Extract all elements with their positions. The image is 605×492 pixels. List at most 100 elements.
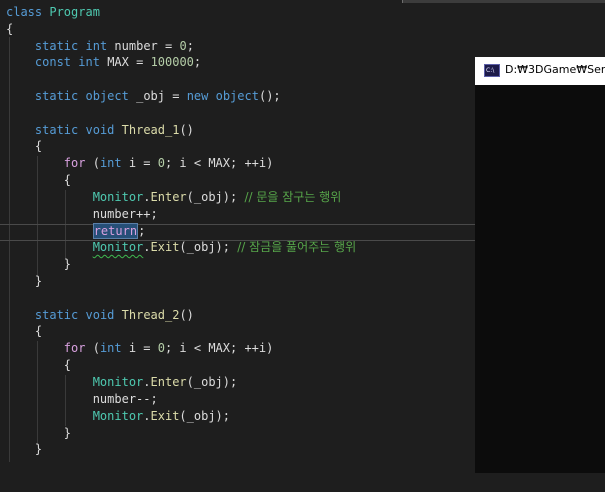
comment: // 문을 잠구는 행위 <box>244 190 342 204</box>
code-line-14[interactable]: return; <box>0 223 145 240</box>
keyword: void <box>85 308 115 322</box>
keyword: class <box>6 5 43 19</box>
code-line-15[interactable]: Monitor.Exit(_obj); // 잠금을 풀어주는 행위 <box>0 239 356 256</box>
brace: { <box>63 358 72 372</box>
keyword: static <box>34 89 79 103</box>
punctuation: . <box>143 240 151 254</box>
punctuation: () <box>179 308 194 322</box>
class-name: Monitor <box>92 375 144 389</box>
method-name: Exit <box>150 240 180 254</box>
punctuation: ; <box>138 224 146 238</box>
keyword: int <box>99 156 122 170</box>
keyword: int <box>78 55 100 69</box>
code-line-9[interactable]: { <box>0 138 42 155</box>
keyword: for <box>63 341 86 355</box>
identifier: MAX <box>107 55 129 69</box>
brace: { <box>34 139 43 153</box>
code-line-13[interactable]: number++; <box>0 206 158 223</box>
code-text: i = <box>121 156 158 170</box>
keyword: void <box>85 123 115 137</box>
code-line-20[interactable]: { <box>0 323 42 340</box>
punctuation: . <box>143 409 151 423</box>
brace: { <box>34 324 43 338</box>
punctuation: () <box>179 123 194 137</box>
code-line-6[interactable]: static object _obj = new object(); <box>0 88 281 105</box>
code-line-22[interactable]: { <box>0 357 71 374</box>
code-line-3[interactable]: static int number = 0; <box>0 38 194 55</box>
editor-top-divider <box>402 0 403 3</box>
punctuation: (); <box>258 89 281 103</box>
code-line-26[interactable]: } <box>0 425 71 442</box>
operator: = <box>165 89 187 103</box>
keyword: static <box>34 308 79 322</box>
number-literal: 100000 <box>150 55 194 69</box>
method-name: Thread_1 <box>121 123 180 137</box>
brace: } <box>63 257 72 271</box>
keyword: object <box>85 89 129 103</box>
brace: } <box>34 274 43 288</box>
operator: = <box>128 55 151 69</box>
brace: } <box>34 442 43 456</box>
code-line-1[interactable]: class Program <box>0 4 100 21</box>
number-literal: 0 <box>157 156 165 170</box>
comment: // 잠금을 풀어주는 행위 <box>237 240 357 254</box>
editor-top-strip <box>403 0 605 3</box>
code-text: number++; <box>92 207 158 221</box>
code-line-12[interactable]: Monitor.Enter(_obj); // 문을 잠구는 행위 <box>0 189 342 206</box>
punctuation: ( <box>85 341 100 355</box>
console-window[interactable]: C:\ D:₩3DGame₩Serve <box>475 57 605 473</box>
identifier: _obj <box>136 89 165 103</box>
punctuation: ; <box>193 55 202 69</box>
punctuation: ( <box>85 156 100 170</box>
code-text: number--; <box>92 392 158 406</box>
code-line-19[interactable]: static void Thread_2() <box>0 307 194 324</box>
class-name: Monitor <box>92 190 144 204</box>
method-name: Thread_2 <box>121 308 180 322</box>
code-line-4[interactable]: const int MAX = 100000; <box>0 54 201 71</box>
brace: } <box>63 426 72 440</box>
method-name: Enter <box>150 375 187 389</box>
code-text: ; i < MAX; ++i) <box>164 341 274 355</box>
keyword: static <box>34 123 79 137</box>
keyword: for <box>63 156 86 170</box>
identifier: number <box>114 39 158 53</box>
code-text: (_obj); <box>186 190 245 204</box>
code-text: (_obj); <box>179 409 230 423</box>
console-app-icon: C:\ <box>484 64 500 77</box>
brace: { <box>63 173 72 187</box>
keyword: int <box>99 341 122 355</box>
brace: { <box>6 22 14 36</box>
method-name: Exit <box>150 409 180 423</box>
punctuation: . <box>143 190 151 204</box>
code-line-2[interactable]: { <box>0 21 29 38</box>
number-literal: 0 <box>157 341 165 355</box>
code-line-8[interactable]: static void Thread_1() <box>0 122 194 139</box>
punctuation: . <box>143 375 151 389</box>
code-line-16[interactable]: } <box>0 256 71 273</box>
class-name: Monitor <box>92 409 144 423</box>
console-title-bar[interactable]: C:\ D:₩3DGame₩Serve <box>475 57 605 85</box>
number-literal: 0 <box>179 39 187 53</box>
console-window-title: D:₩3DGame₩Serve <box>505 63 605 76</box>
keyword: const <box>34 55 72 69</box>
code-text: (_obj); <box>186 375 238 389</box>
code-line-25[interactable]: Monitor.Exit(_obj); <box>0 408 230 425</box>
code-line-27[interactable]: } <box>0 441 42 458</box>
method-name: Enter <box>150 190 187 204</box>
code-line-21[interactable]: for (int i = 0; i < MAX; ++i) <box>0 340 274 357</box>
code-text: ; i < MAX; ++i) <box>164 156 274 170</box>
code-line-10[interactable]: for (int i = 0; i < MAX; ++i) <box>0 155 274 172</box>
keyword: static <box>34 39 79 53</box>
code-line-11[interactable]: { <box>0 172 71 189</box>
operator: = <box>157 39 180 53</box>
code-line-24[interactable]: number--; <box>0 391 158 408</box>
punctuation: ; <box>186 39 194 53</box>
selected-keyword[interactable]: return <box>92 223 139 239</box>
keyword: object <box>215 89 259 103</box>
class-name: Program <box>49 5 100 19</box>
class-name: Monitor <box>92 240 144 254</box>
keyword: int <box>85 39 108 53</box>
code-line-23[interactable]: Monitor.Enter(_obj); <box>0 374 238 391</box>
keyword: new <box>186 89 209 103</box>
code-line-17[interactable]: } <box>0 273 42 290</box>
